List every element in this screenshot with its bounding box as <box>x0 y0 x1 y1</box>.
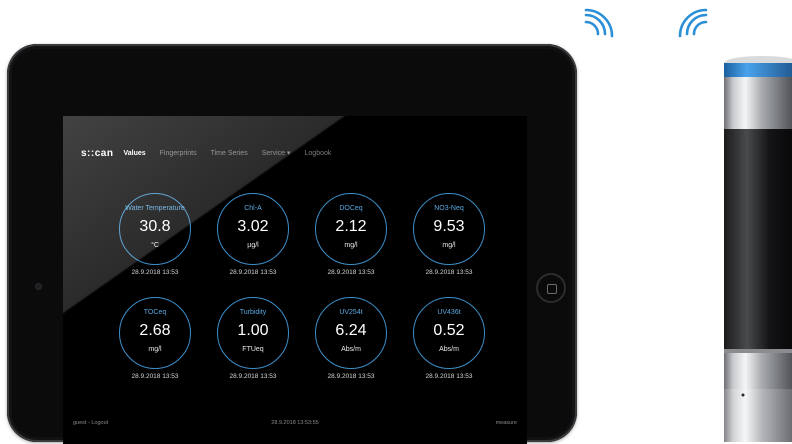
wifi-signal-left-icon <box>584 8 614 38</box>
reading-value: 2.12 <box>335 218 367 235</box>
readings-grid: Water Temperature 30.8 °C 28.9.2018 13:5… <box>115 193 507 393</box>
reading-unit: Abs/m <box>439 346 459 353</box>
gauge-ring: NO3-Neq 9.53 mg/l <box>413 193 485 265</box>
reading-value: 6.24 <box>335 322 367 339</box>
reading-value: 1.00 <box>237 322 269 339</box>
app-screen: s::can Values Fingerprints Time Series S… <box>63 116 527 444</box>
gauge-ring: Chl-A 3.02 µg/l <box>217 193 289 265</box>
reading-unit: mg/l <box>344 242 358 249</box>
reading-timestamp: 28.9.2018 13:53 <box>131 269 179 276</box>
reading-unit: mg/l <box>442 242 456 249</box>
reading-label: UV436t <box>437 309 461 316</box>
reading-label: Chl-A <box>244 205 262 212</box>
nav-values[interactable]: Values <box>123 150 145 157</box>
sensor-probe <box>724 56 792 442</box>
gauge-ring: UV254t 6.24 Abs/m <box>315 297 387 369</box>
reading-unit: FTUeq <box>242 346 264 353</box>
reading-label: UV254t <box>339 309 363 316</box>
reading-value: 0.52 <box>433 322 465 339</box>
reading-timestamp: 28.9.2018 13:53 <box>327 269 375 276</box>
reading-unit: mg/l <box>148 346 162 353</box>
nav-time-series[interactable]: Time Series <box>211 150 248 157</box>
tablet-device: s::can Values Fingerprints Time Series S… <box>7 44 577 444</box>
gauge-ring: DOCeq 2.12 mg/l <box>315 193 387 265</box>
reading-tile[interactable]: Water Temperature 30.8 °C 28.9.2018 13:5… <box>115 193 195 276</box>
gauge-ring: Water Temperature 30.8 °C <box>119 193 191 265</box>
reading-value: 9.53 <box>433 218 465 235</box>
reading-timestamp: 28.9.2018 13:53 <box>425 269 473 276</box>
reading-label: TOCeq <box>143 309 167 316</box>
reading-label: NO3-Neq <box>434 205 464 212</box>
reading-value: 2.68 <box>139 322 171 339</box>
reading-timestamp: 28.9.2018 13:53 <box>425 373 473 380</box>
reading-label: DOCeq <box>339 205 363 212</box>
reading-unit: Abs/m <box>341 346 361 353</box>
reading-tile[interactable]: NO3-Neq 9.53 mg/l 28.9.2018 13:53 <box>409 193 489 276</box>
reading-unit: °C <box>151 242 159 249</box>
gauge-ring: Turbidity 1.00 FTUeq <box>217 297 289 369</box>
nav-service[interactable]: Service ▾ <box>262 149 291 157</box>
wifi-signal-right-icon <box>678 8 708 38</box>
reading-value: 30.8 <box>139 218 171 235</box>
nav-fingerprints[interactable]: Fingerprints <box>160 150 197 157</box>
reading-value: 3.02 <box>237 218 269 235</box>
reading-tile[interactable]: TOCeq 2.68 mg/l 28.9.2018 13:53 <box>115 297 195 380</box>
gauge-ring: TOCeq 2.68 mg/l <box>119 297 191 369</box>
top-nav: s::can Values Fingerprints Time Series S… <box>81 146 345 160</box>
reading-unit: µg/l <box>247 242 259 249</box>
reading-tile[interactable]: Chl-A 3.02 µg/l 28.9.2018 13:53 <box>213 193 293 276</box>
reading-timestamp: 28.9.2018 13:53 <box>229 373 277 380</box>
reading-timestamp: 28.9.2018 13:53 <box>229 269 277 276</box>
mode-indicator[interactable]: measure <box>496 420 517 426</box>
reading-label: Turbidity <box>239 309 267 316</box>
footer-datetime: 28.9.2018 13:53:55 <box>271 420 319 426</box>
reading-timestamp: 28.9.2018 13:53 <box>327 373 375 380</box>
nav-logbook[interactable]: Logbook <box>305 150 332 157</box>
home-button-icon[interactable] <box>536 273 566 303</box>
camera-icon <box>36 284 41 289</box>
reading-tile[interactable]: DOCeq 2.12 mg/l 28.9.2018 13:53 <box>311 193 391 276</box>
reading-tile[interactable]: Turbidity 1.00 FTUeq 28.9.2018 13:53 <box>213 297 293 380</box>
brand-logo: s::can <box>81 147 114 159</box>
gauge-ring: UV436t 0.52 Abs/m <box>413 297 485 369</box>
reading-label: Water Temperature <box>125 205 185 212</box>
reading-timestamp: 28.9.2018 13:53 <box>131 373 179 380</box>
reading-tile[interactable]: UV436t 0.52 Abs/m 28.9.2018 13:53 <box>409 297 489 380</box>
reading-tile[interactable]: UV254t 6.24 Abs/m 28.9.2018 13:53 <box>311 297 391 380</box>
